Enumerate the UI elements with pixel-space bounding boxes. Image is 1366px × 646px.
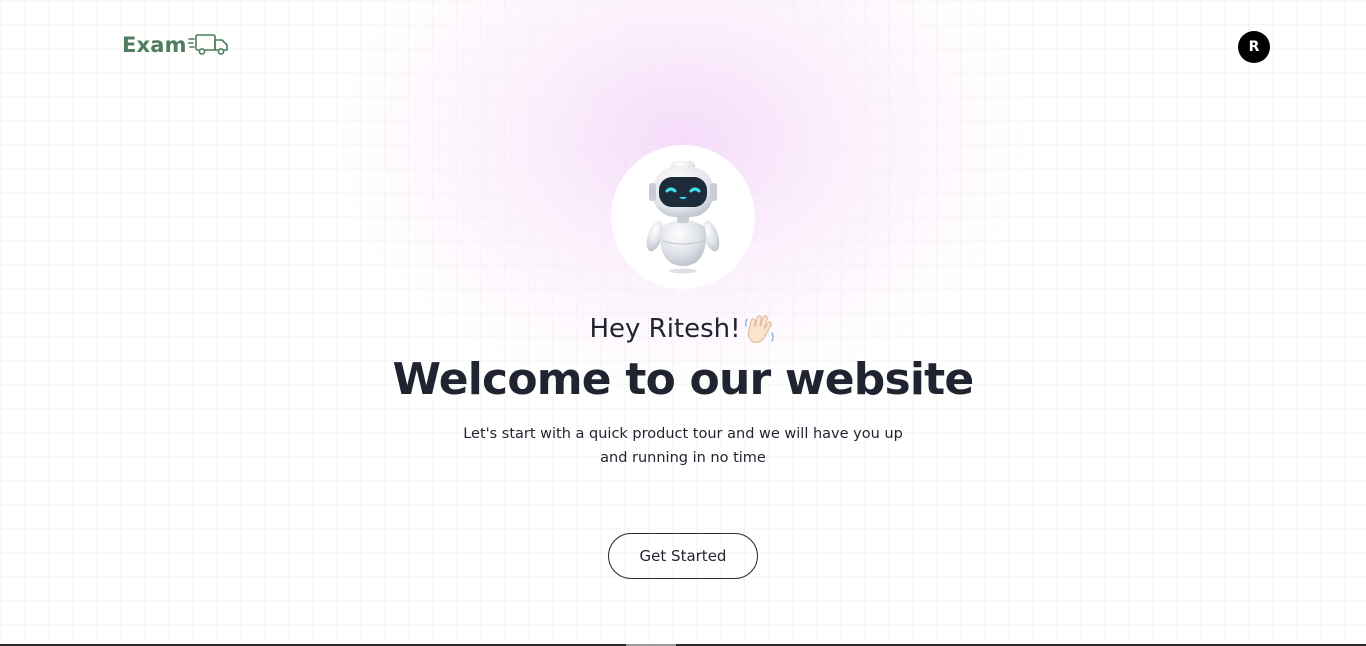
hero-section: Hey Ritesh! Welcome to our website Let's… <box>0 0 1366 646</box>
hero-subtitle: Let's start with a quick product tour an… <box>463 426 903 466</box>
greeting-heading: Hey Ritesh! <box>0 312 1366 346</box>
greeting-text: Hey Ritesh! <box>589 314 741 344</box>
waving-hand-icon <box>743 312 777 346</box>
robot-mascot-icon <box>633 153 733 281</box>
welcome-title: Welcome to our website <box>392 354 975 405</box>
get-started-button[interactable]: Get Started <box>608 533 758 579</box>
robot-avatar-circle <box>611 145 755 289</box>
